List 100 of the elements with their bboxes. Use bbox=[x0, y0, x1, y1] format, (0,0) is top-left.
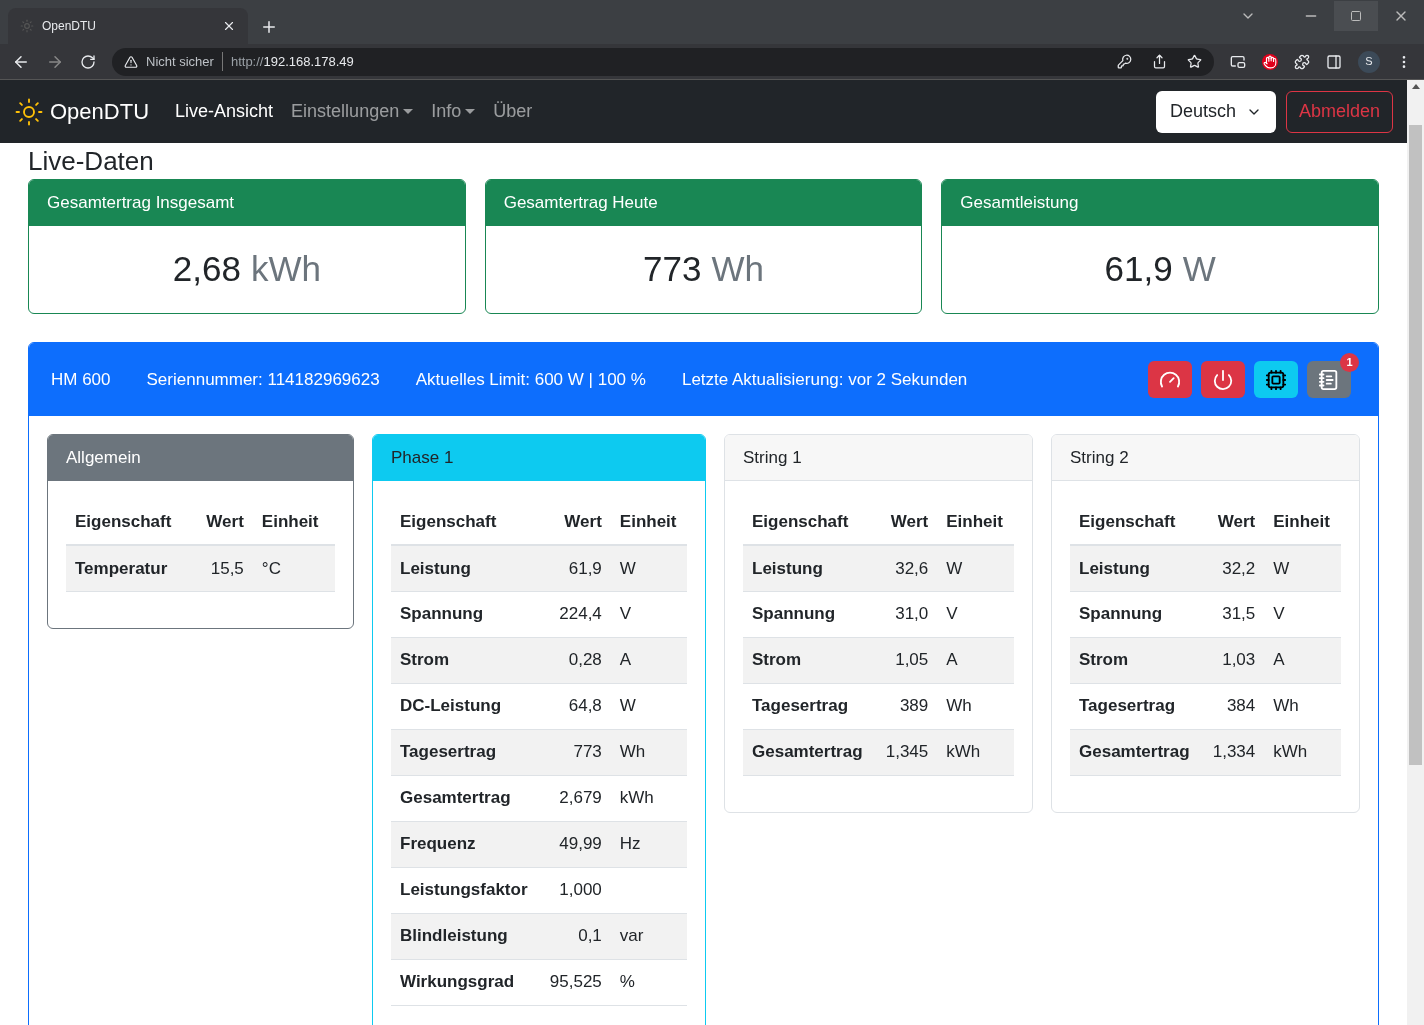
unit-cell: V bbox=[619, 604, 632, 624]
picture-in-picture-icon[interactable] bbox=[1230, 53, 1246, 70]
property-cell: Leistungsfaktor bbox=[391, 867, 540, 913]
action-button[interactable] bbox=[1254, 361, 1298, 398]
value-cell: 32,2 bbox=[1202, 545, 1265, 591]
url-text: http://192.168.178.49 bbox=[230, 52, 354, 71]
unit-cell: kWh bbox=[1273, 742, 1308, 762]
hand-icon[interactable] bbox=[1262, 53, 1278, 70]
unit-cell: A bbox=[946, 650, 958, 670]
serial-number: Seriennummer: 114182969623 bbox=[146, 368, 380, 391]
unit-cell: Wh bbox=[1273, 696, 1299, 716]
nav-link[interactable]: Über bbox=[493, 98, 533, 125]
property-cell: Tagesertrag bbox=[743, 683, 876, 729]
inverter-name: HM 600 bbox=[51, 368, 111, 391]
property-cell: Spannung bbox=[1070, 591, 1203, 637]
value-cell: 0,28 bbox=[539, 637, 611, 683]
value-cell: 384 bbox=[1202, 683, 1265, 729]
value-cell: 95,525 bbox=[539, 959, 611, 1005]
column-header: Eigenschaft bbox=[66, 499, 192, 545]
column-header: Einheit bbox=[1264, 499, 1341, 545]
unit-cell: V bbox=[1273, 604, 1285, 624]
nav-link[interactable]: Einstellungen bbox=[291, 98, 400, 125]
brand-link[interactable]: OpenDTU bbox=[50, 95, 150, 128]
property-cell: Gesamtertrag bbox=[1070, 729, 1203, 775]
unit-cell: °C bbox=[261, 558, 281, 578]
panel-header: Phase 1 bbox=[373, 435, 705, 481]
unit-cell: A bbox=[1273, 650, 1285, 670]
share-icon[interactable] bbox=[1152, 54, 1167, 69]
card-header: Gesamtertrag Insgesamt bbox=[29, 180, 465, 226]
column-header: Eigenschaft bbox=[391, 499, 540, 545]
property-cell: Frequenz bbox=[391, 821, 540, 867]
maximize-icon[interactable] bbox=[1350, 10, 1362, 22]
close-icon[interactable] bbox=[222, 19, 236, 33]
property-cell: Strom bbox=[743, 637, 876, 683]
security-label: Nicht sicher bbox=[146, 51, 223, 72]
warning-icon bbox=[124, 54, 138, 69]
power-icon bbox=[1212, 368, 1234, 391]
column-header: Eigenschaft bbox=[1070, 499, 1203, 545]
card-header: Gesamtertrag Heute bbox=[485, 180, 922, 226]
property-cell: Blindleistung bbox=[391, 913, 540, 959]
unit-cell: Hz bbox=[619, 834, 641, 854]
page-heading: Live-Daten bbox=[28, 146, 154, 176]
property-cell: Gesamtertrag bbox=[391, 775, 540, 821]
property-cell: Strom bbox=[391, 637, 540, 683]
new-tab-icon[interactable] bbox=[260, 18, 278, 36]
property-cell: Gesamtertrag bbox=[743, 729, 876, 775]
value-cell: 31,5 bbox=[1202, 591, 1265, 637]
property-cell: Tagesertrag bbox=[1070, 683, 1203, 729]
nav-link[interactable]: Live-Ansicht bbox=[175, 98, 274, 125]
scrollbar[interactable] bbox=[1407, 80, 1424, 1025]
side-panel-icon[interactable] bbox=[1326, 53, 1342, 70]
property-cell: Leistung bbox=[743, 545, 876, 591]
notebook-icon bbox=[1318, 368, 1340, 391]
value-cell: 31,0 bbox=[875, 591, 938, 637]
panel-header: Allgemein bbox=[48, 435, 353, 481]
favicon-icon bbox=[20, 19, 34, 33]
browser-tab[interactable]: OpenDTU bbox=[8, 8, 248, 44]
unit-cell: Wh bbox=[946, 696, 972, 716]
address-bar[interactable]: Nicht sicher http://192.168.178.49 bbox=[112, 47, 1214, 76]
value-cell: 2,679 bbox=[539, 775, 611, 821]
action-button[interactable] bbox=[1201, 361, 1245, 398]
unit-cell: kWh bbox=[619, 788, 654, 808]
value-cell: 64,8 bbox=[539, 683, 611, 729]
unit-cell: W bbox=[619, 696, 636, 716]
unit-cell: W bbox=[619, 558, 636, 578]
nav-link[interactable]: Info bbox=[431, 98, 462, 125]
value-cell: 224,4 bbox=[539, 591, 611, 637]
profile-avatar[interactable]: S bbox=[1358, 50, 1380, 73]
value-cell: 1,000 bbox=[539, 867, 611, 913]
tab-title: OpenDTU bbox=[42, 18, 98, 35]
column-header: Eigenschaft bbox=[743, 499, 876, 545]
language-select[interactable]: Deutsch bbox=[1155, 90, 1276, 133]
total-value: 61,9 bbox=[1104, 248, 1173, 291]
last-update: Letzte Aktualisierung: vor 2 Sekunden bbox=[681, 368, 968, 391]
value-cell: 1,05 bbox=[875, 637, 938, 683]
current-limit: Aktuelles Limit: 600 W | 100 % bbox=[415, 368, 646, 391]
unit-cell: W bbox=[946, 558, 963, 578]
extensions-icon[interactable] bbox=[1294, 53, 1310, 70]
column-header: Wert bbox=[875, 499, 938, 545]
value-cell: 1,03 bbox=[1202, 637, 1265, 683]
total-unit: kWh bbox=[250, 248, 321, 291]
value-cell: 389 bbox=[875, 683, 938, 729]
total-unit: W bbox=[1182, 248, 1216, 291]
unit-cell: Wh bbox=[619, 742, 646, 762]
action-button[interactable] bbox=[1148, 361, 1192, 398]
property-cell: Temperatur bbox=[66, 545, 192, 591]
property-cell: Spannung bbox=[391, 591, 540, 637]
total-value: 2,68 bbox=[172, 248, 241, 291]
column-header: Wert bbox=[191, 499, 253, 545]
reload-icon[interactable] bbox=[80, 53, 96, 70]
value-cell: 15,5 bbox=[191, 545, 253, 591]
unit-cell: % bbox=[619, 972, 635, 992]
total-value: 773 bbox=[643, 248, 702, 291]
column-header: Wert bbox=[539, 499, 611, 545]
property-cell: Wirkungsgrad bbox=[391, 959, 540, 1005]
property-cell: Tagesertrag bbox=[391, 729, 540, 775]
key-icon[interactable] bbox=[1117, 54, 1132, 69]
total-unit: Wh bbox=[711, 248, 764, 291]
property-cell: DC-Leistung bbox=[391, 683, 540, 729]
star-icon[interactable] bbox=[1187, 54, 1202, 69]
